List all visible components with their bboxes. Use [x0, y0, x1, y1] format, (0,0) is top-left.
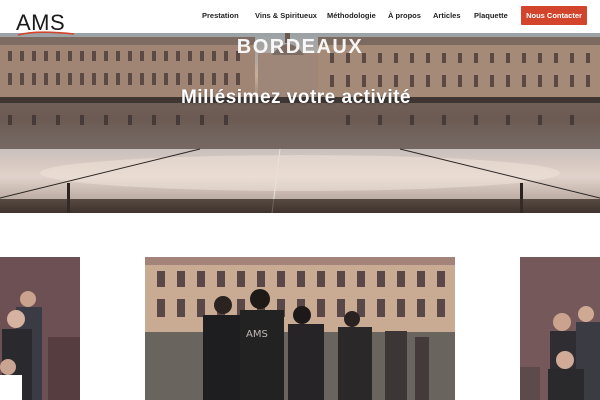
- team-photo-center[interactable]: AMS: [145, 257, 455, 400]
- nav-item-articles[interactable]: Articles: [433, 11, 461, 20]
- contact-button[interactable]: Nous Contacter: [521, 6, 587, 25]
- team-photo-center-image: AMS: [145, 257, 455, 400]
- team-photo-left[interactable]: [0, 257, 80, 400]
- team-photo-right-image: [520, 257, 600, 400]
- site-header: AMS Prestation Vins & Spiritueux Méthodo…: [0, 0, 600, 36]
- team-photo-right[interactable]: [520, 257, 600, 400]
- logo[interactable]: AMS: [16, 12, 76, 36]
- hero-banner: BORDEAUX Millésimez votre activité: [0, 33, 600, 213]
- nav-item-methodologie[interactable]: Méthodologie: [327, 11, 376, 20]
- nav-item-prestation[interactable]: Prestation: [202, 11, 239, 20]
- nav-item-a-propos[interactable]: À propos: [388, 11, 421, 20]
- team-photo-left-image: [0, 257, 80, 400]
- hero-subtitle: Millésimez votre activité: [180, 87, 412, 108]
- hero-title: BORDEAUX: [236, 36, 364, 58]
- nav-item-plaquette[interactable]: Plaquette: [474, 11, 508, 20]
- nav-item-vins-spiritueux[interactable]: Vins & Spiritueux: [255, 11, 317, 20]
- hero-cityscape-image: [0, 33, 600, 213]
- svg-text:AMS: AMS: [246, 329, 268, 340]
- logo-swoosh-icon: [17, 31, 75, 36]
